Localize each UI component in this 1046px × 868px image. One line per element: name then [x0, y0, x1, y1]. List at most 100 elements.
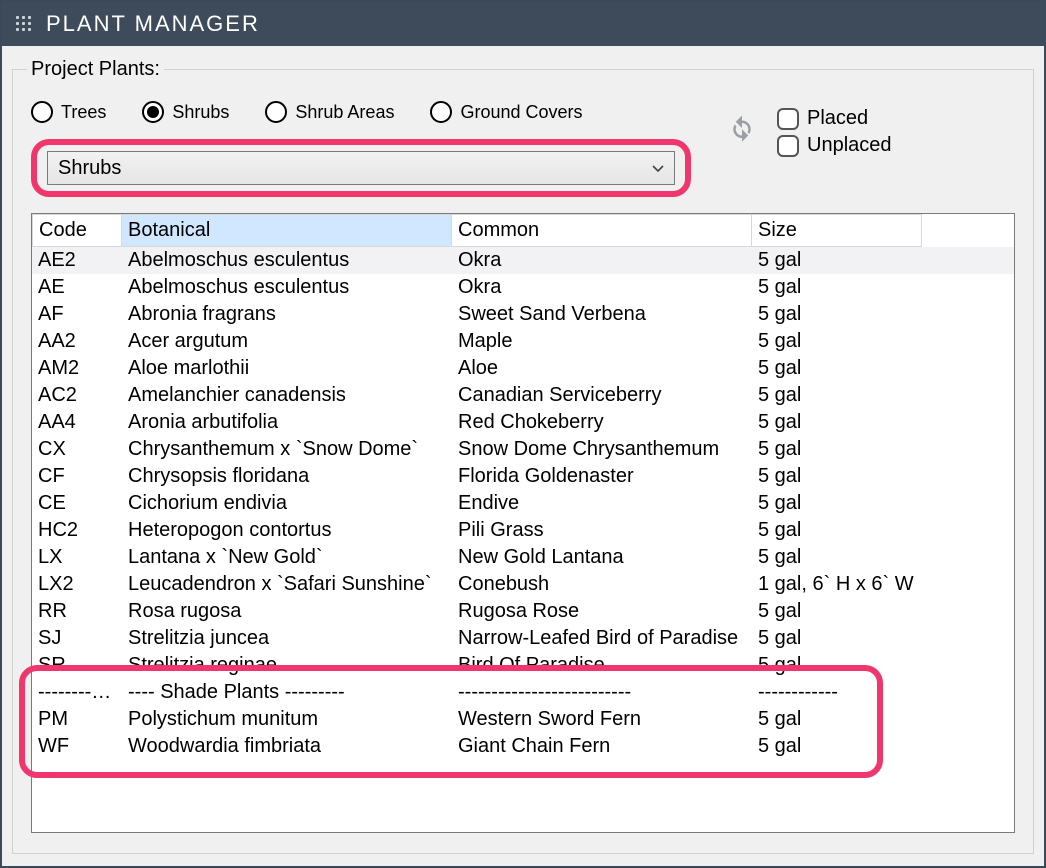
table-header: Code Botanical Common Size [32, 214, 1014, 247]
table-row[interactable]: RRRosa rugosaRugosa Rose5 gal [32, 598, 1014, 625]
col-size[interactable]: Size [752, 214, 922, 247]
cell-code: AM2 [32, 355, 122, 382]
cell-common: Conebush [452, 571, 752, 598]
radio-trees[interactable]: Trees [31, 101, 106, 123]
cell-code: WF [32, 733, 122, 760]
table-row[interactable]: WFWoodwardia fimbriataGiant Chain Fern5 … [32, 733, 1014, 760]
cell-common: Okra [452, 274, 752, 301]
cell-size: 5 gal [752, 247, 922, 274]
cell-botanical: Chrysopsis floridana [122, 463, 452, 490]
cell-botanical: Amelanchier canadensis [122, 382, 452, 409]
cell-code: ----------… [32, 679, 122, 706]
table-row[interactable]: CECichorium endiviaEndive5 gal [32, 490, 1014, 517]
table-row[interactable]: PMPolystichum munitumWestern Sword Fern5… [32, 706, 1014, 733]
chevron-down-icon [652, 160, 664, 176]
plants-table: Code Botanical Common Size AE2Abelmoschu… [31, 213, 1015, 833]
table-row[interactable]: AE2Abelmoschus esculentusOkra5 gal [32, 247, 1014, 274]
cell-code: AA4 [32, 409, 122, 436]
table-row[interactable]: AEAbelmoschus esculentusOkra5 gal [32, 274, 1014, 301]
table-row[interactable]: ----------…---- Shade Plants -----------… [32, 679, 1014, 706]
cell-size: 5 gal [752, 706, 922, 733]
check-label: Unplaced [807, 134, 892, 157]
refresh-button[interactable] [721, 107, 763, 149]
plant-manager-window: PLANT MANAGER Project Plants: Trees Shru… [0, 0, 1046, 868]
table-row[interactable]: AA2Acer argutumMaple5 gal [32, 328, 1014, 355]
cell-common: Canadian Serviceberry [452, 382, 752, 409]
cell-botanical: Aloe marlothii [122, 355, 452, 382]
cell-botanical: Lantana x `New Gold` [122, 544, 452, 571]
radio-shrubs[interactable]: Shrubs [142, 101, 229, 123]
cell-botanical: Heteropogon contortus [122, 517, 452, 544]
cell-botanical: Chrysanthemum x `Snow Dome` [122, 436, 452, 463]
cell-size: 5 gal [752, 301, 922, 328]
plants-table-scroll[interactable]: Code Botanical Common Size AE2Abelmoschu… [32, 214, 1014, 824]
cell-botanical: Strelitzia juncea [122, 625, 452, 652]
table-row[interactable]: SRStrelitzia reginaeBird Of Paradise5 ga… [32, 652, 1014, 679]
cell-botanical: Aronia arbutifolia [122, 409, 452, 436]
cell-size: 5 gal [752, 598, 922, 625]
cell-code: PM [32, 706, 122, 733]
cell-common: Aloe [452, 355, 752, 382]
radio-label: Shrubs [172, 102, 229, 123]
cell-common: Red Chokeberry [452, 409, 752, 436]
cell-size: 5 gal [752, 328, 922, 355]
category-dropdown[interactable]: Shrubs [47, 151, 675, 185]
project-plants-legend: Project Plants: [27, 58, 164, 81]
col-botanical[interactable]: Botanical [122, 214, 452, 247]
radio-label: Ground Covers [460, 102, 582, 123]
table-row[interactable]: LXLantana x `New Gold`New Gold Lantana5 … [32, 544, 1014, 571]
table-row[interactable]: SJStrelitzia junceaNarrow-Leafed Bird of… [32, 625, 1014, 652]
cell-size: 5 gal [752, 517, 922, 544]
cell-botanical: Acer argutum [122, 328, 452, 355]
col-code[interactable]: Code [32, 214, 122, 247]
client-area: Project Plants: Trees Shrubs [2, 46, 1044, 866]
cell-code: RR [32, 598, 122, 625]
cell-size: 1 gal, 6` H x 6` W [752, 571, 922, 598]
cell-botanical: Rosa rugosa [122, 598, 452, 625]
cell-size: 5 gal [752, 382, 922, 409]
cell-common: Florida Goldenaster [452, 463, 752, 490]
table-row[interactable]: LX2Leucadendron x `Safari Sunshine`Coneb… [32, 571, 1014, 598]
cell-code: AA2 [32, 328, 122, 355]
cell-code: CX [32, 436, 122, 463]
cell-common: -------------------------- [452, 679, 752, 706]
col-common[interactable]: Common [452, 214, 752, 247]
titlebar[interactable]: PLANT MANAGER [2, 2, 1044, 46]
table-body: AE2Abelmoschus esculentusOkra5 galAEAbel… [32, 247, 1014, 760]
radio-shrub-areas[interactable]: Shrub Areas [265, 101, 394, 123]
table-row[interactable]: CXChrysanthemum x `Snow Dome`Snow Dome C… [32, 436, 1014, 463]
cell-botanical: Strelitzia reginae [122, 652, 452, 679]
cell-size: 5 gal [752, 652, 922, 679]
cell-common: Snow Dome Chrysanthemum [452, 436, 752, 463]
cell-common: Giant Chain Fern [452, 733, 752, 760]
cell-code: CF [32, 463, 122, 490]
project-plants-group: Project Plants: Trees Shrubs [12, 58, 1034, 854]
cell-code: CE [32, 490, 122, 517]
cell-size: 5 gal [752, 544, 922, 571]
drag-grip-icon [16, 16, 34, 32]
cell-common: New Gold Lantana [452, 544, 752, 571]
cell-botanical: Cichorium endivia [122, 490, 452, 517]
table-row[interactable]: CFChrysopsis floridanaFlorida Goldenaste… [32, 463, 1014, 490]
cell-code: AE [32, 274, 122, 301]
unplaced-checkbox[interactable]: Unplaced [777, 134, 892, 157]
cell-code: SR [32, 652, 122, 679]
table-row[interactable]: HC2Heteropogon contortusPili Grass5 gal [32, 517, 1014, 544]
cell-common: Sweet Sand Verbena [452, 301, 752, 328]
radio-label: Trees [61, 102, 106, 123]
radio-ground-covers[interactable]: Ground Covers [430, 101, 582, 123]
cell-code: SJ [32, 625, 122, 652]
cell-botanical: Abelmoschus esculentus [122, 247, 452, 274]
table-row[interactable]: AFAbronia fragransSweet Sand Verbena5 ga… [32, 301, 1014, 328]
cell-common: Rugosa Rose [452, 598, 752, 625]
plant-type-radios: Trees Shrubs Shrub Areas Ground Cov [31, 95, 691, 129]
table-row[interactable]: AM2Aloe marlothiiAloe5 gal [32, 355, 1014, 382]
cell-botanical: Abelmoschus esculentus [122, 274, 452, 301]
table-row[interactable]: AA4Aronia arbutifoliaRed Chokeberry5 gal [32, 409, 1014, 436]
table-row[interactable]: AC2Amelanchier canadensisCanadian Servic… [32, 382, 1014, 409]
cell-common: Endive [452, 490, 752, 517]
cell-common: Western Sword Fern [452, 706, 752, 733]
placed-checkbox[interactable]: Placed [777, 107, 892, 130]
cell-size: 5 gal [752, 436, 922, 463]
cell-botanical: ---- Shade Plants --------- [122, 679, 452, 706]
